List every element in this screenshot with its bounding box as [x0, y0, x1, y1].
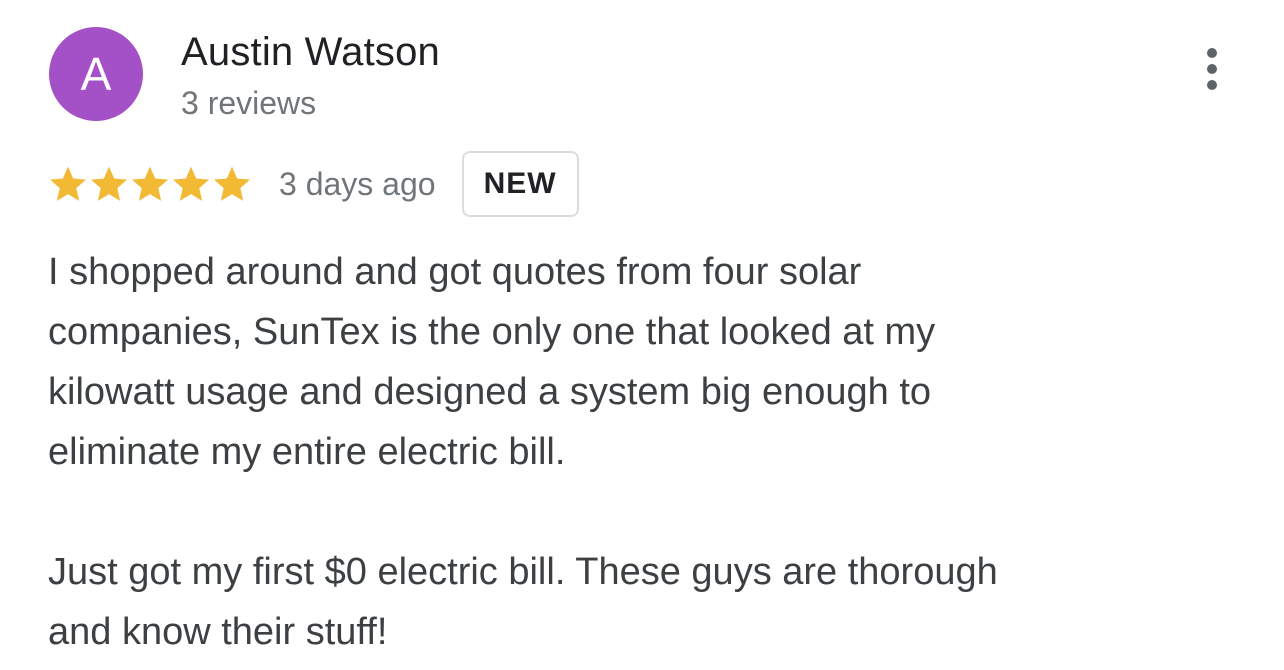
review-paragraph-1: I shopped around and got quotes from fou…: [48, 242, 1158, 482]
review-card: A Austin Watson 3 reviews 3 days ago NEW…: [0, 0, 1284, 670]
review-paragraph-1-line: eliminate my entire electric bill.: [48, 431, 566, 473]
avatar[interactable]: A: [49, 27, 143, 121]
review-paragraph-2-line: and know their stuff!: [48, 611, 388, 653]
new-badge: NEW: [461, 151, 579, 217]
star-icon: [132, 166, 168, 201]
star-rating: [48, 164, 253, 204]
more-vert-icon: [1207, 48, 1217, 58]
review-paragraph-2: Just got my first $0 electric bill. Thes…: [48, 542, 1158, 662]
avatar-letter: A: [80, 48, 112, 100]
review-paragraph-1-line: kilowatt usage and designed a system big…: [48, 371, 932, 413]
more-options-button[interactable]: [1193, 44, 1231, 94]
review-paragraph-2-line: Just got my first $0 electric bill. Thes…: [48, 551, 998, 593]
review-text: I shopped around and got quotes from fou…: [48, 242, 1158, 662]
more-vert-icon: [1207, 80, 1217, 90]
review-date: 3 days ago: [279, 165, 436, 202]
star-icon: [173, 166, 209, 201]
more-vert-icon: [1207, 64, 1217, 74]
star-icon: [50, 166, 86, 201]
review-paragraph-1-line: companies, SunTex is the only one that l…: [48, 311, 936, 353]
star-icon: [91, 166, 127, 201]
review-meta: 3 days ago NEW: [48, 150, 579, 218]
author-review-count[interactable]: 3 reviews: [181, 85, 316, 122]
review-paragraph-1-line: I shopped around and got quotes from fou…: [48, 251, 862, 293]
author-name[interactable]: Austin Watson: [181, 30, 440, 75]
star-icon: [214, 166, 250, 201]
